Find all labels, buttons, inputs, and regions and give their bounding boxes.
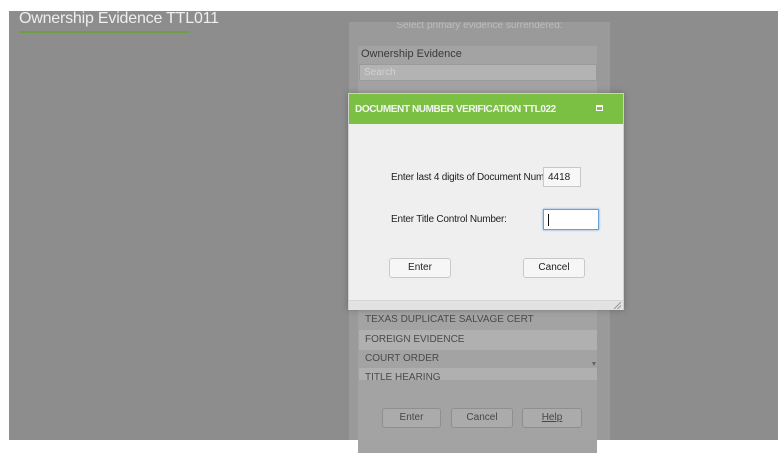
dialog-header: DOCUMENT NUMBER VERIFICATION TTL022: [349, 94, 623, 124]
list-item[interactable]: TITLE HEARING: [359, 368, 597, 380]
panel-hint: Select primary evidence surrendered:: [396, 22, 563, 31]
list-item[interactable]: TEXAS DUPLICATE SALVAGE CERT: [359, 310, 597, 330]
search-input[interactable]: Search: [359, 64, 597, 81]
doc-number-label: Enter last 4 digits of Document Number:: [391, 172, 561, 183]
title-control-label: Enter Title Control Number:: [391, 214, 507, 225]
resize-grip-icon[interactable]: [614, 302, 621, 309]
dialog-footer: [349, 300, 623, 310]
title-control-number-field[interactable]: [543, 209, 599, 230]
title-underline: [19, 31, 190, 33]
doc-number-field[interactable]: 4418: [543, 167, 581, 187]
document-verification-dialog: DOCUMENT NUMBER VERIFICATION TTL022 Ente…: [348, 93, 624, 310]
dialog-enter-button[interactable]: Enter: [389, 258, 451, 278]
panel-help-button[interactable]: Help: [522, 408, 582, 428]
list-item[interactable]: COURT ORDER: [359, 349, 597, 369]
page-title: Ownership Evidence TTL011: [19, 10, 219, 27]
list-header: Ownership Evidence: [361, 48, 462, 60]
dialog-title: DOCUMENT NUMBER VERIFICATION TTL022: [355, 104, 556, 115]
text-caret: [548, 214, 549, 226]
maximize-icon[interactable]: [596, 105, 603, 111]
list-item[interactable]: FOREIGN EVIDENCE: [359, 330, 597, 350]
panel-cancel-button[interactable]: Cancel: [451, 408, 513, 428]
panel-enter-button[interactable]: Enter: [382, 408, 441, 428]
dialog-cancel-button[interactable]: Cancel: [523, 258, 585, 278]
scroll-down-icon[interactable]: ▼: [589, 355, 599, 375]
